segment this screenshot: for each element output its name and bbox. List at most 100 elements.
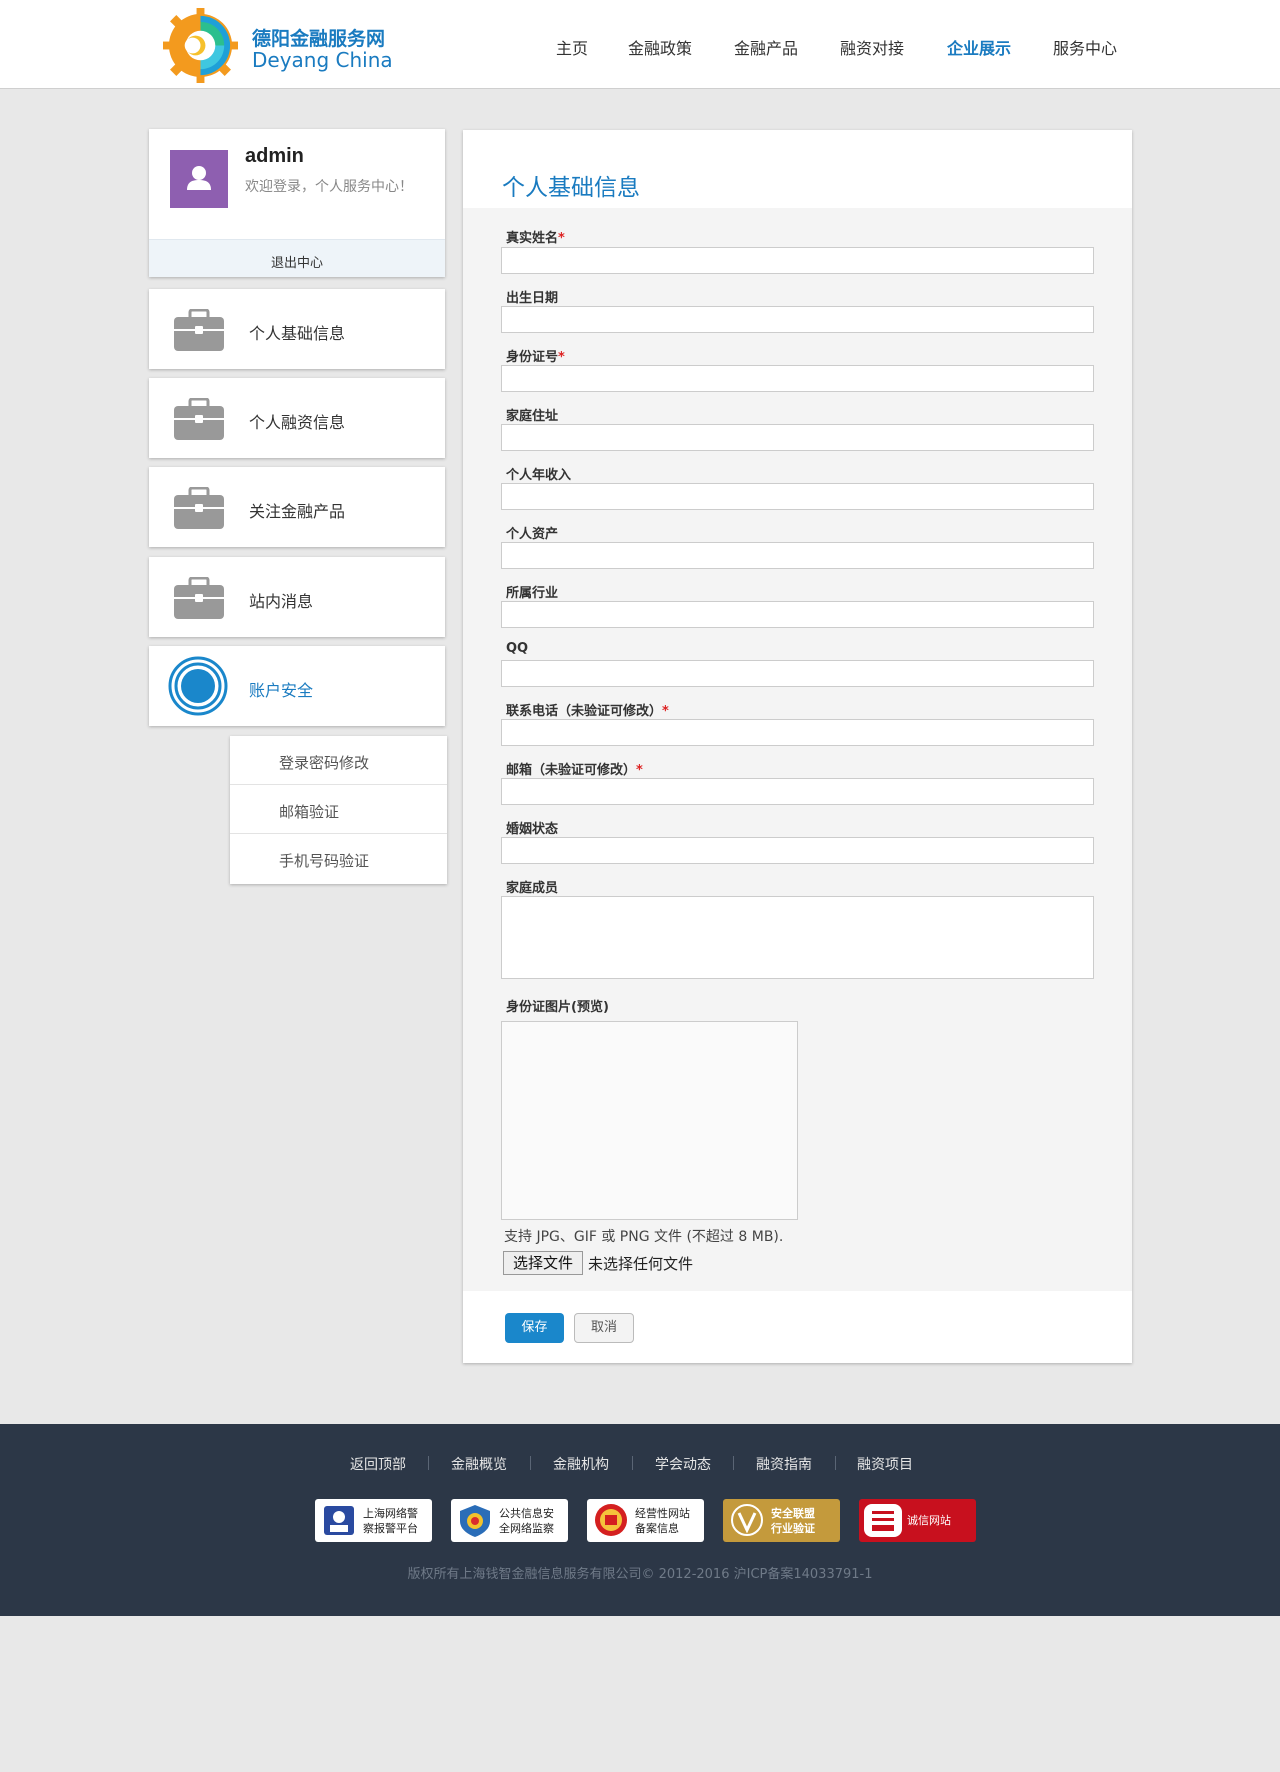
- email-input[interactable]: [501, 778, 1094, 805]
- sidebar-item-label: 个人基础信息: [249, 324, 346, 343]
- field-label-marital-status: 婚姻状态: [506, 822, 559, 837]
- save-button[interactable]: 保存: [505, 1313, 564, 1343]
- briefcase-icon: [174, 487, 224, 529]
- field-label-assets: 个人资产: [506, 527, 559, 542]
- nav-financing-match[interactable]: 融资对接: [840, 35, 904, 59]
- target-icon: [168, 656, 228, 716]
- footer-separator: [632, 1456, 633, 1470]
- submenu-item-change-password[interactable]: 登录密码修改: [230, 736, 447, 785]
- avatar: [170, 150, 228, 208]
- sidebar-item-followed-products[interactable]: 关注金融产品: [149, 467, 445, 547]
- id-number-input[interactable]: [501, 365, 1094, 392]
- sidebar-item-label: 账户安全: [249, 681, 314, 700]
- shield-icon: [460, 1505, 490, 1537]
- trust-icon: [864, 1504, 902, 1537]
- sidebar-item-label: 关注金融产品: [249, 502, 346, 521]
- sidebar-item-label: 站内消息: [249, 592, 314, 611]
- sidebar-item-financing-info[interactable]: 个人融资信息: [149, 378, 445, 458]
- nav-enterprise-showcase[interactable]: 企业展示: [947, 35, 1011, 59]
- nav-home[interactable]: 主页: [556, 35, 588, 59]
- nav-finance-products[interactable]: 金融产品: [734, 35, 798, 59]
- field-label-home-address: 家庭住址: [506, 409, 559, 424]
- field-label-annual-income: 个人年收入: [506, 468, 572, 483]
- field-label-real-name: 真实姓名*: [506, 231, 565, 246]
- logout-label: 退出中心: [270, 256, 323, 271]
- nav-service-center[interactable]: 服务中心: [1053, 35, 1117, 59]
- verified-icon: [731, 1504, 763, 1536]
- field-label-industry: 所属行业: [506, 586, 559, 601]
- badge-label: 诚信网站: [907, 1514, 951, 1527]
- badge-label: 公共信息安 全网络监察: [499, 1507, 554, 1535]
- briefcase-icon: [174, 309, 224, 351]
- emblem-icon: [595, 1504, 627, 1536]
- footer-link-back-to-top[interactable]: 返回顶部: [350, 1454, 406, 1474]
- assets-input[interactable]: [501, 542, 1094, 569]
- file-status: 未选择任何文件: [588, 1255, 694, 1273]
- footer-link-finance-overview[interactable]: 金融概览: [451, 1454, 507, 1474]
- field-label-id-image: 身份证图片(预览): [506, 1000, 609, 1015]
- annual-income-input[interactable]: [501, 483, 1094, 510]
- badge-business-record[interactable]: 经营性网站 备案信息: [587, 1499, 704, 1542]
- badge-label: 安全联盟 行业验证: [771, 1507, 815, 1535]
- home-address-input[interactable]: [501, 424, 1094, 451]
- briefcase-icon: [174, 398, 224, 440]
- submenu-item-email-verify[interactable]: 邮箱验证: [230, 785, 447, 834]
- page-title: 个人基础信息: [502, 175, 640, 201]
- badge-security-alliance[interactable]: 安全联盟 行业验证: [723, 1499, 840, 1542]
- user-icon: [187, 166, 211, 190]
- file-hint: 支持 JPG、GIF 或 PNG 文件 (不超过 8 MB).: [504, 1229, 784, 1245]
- choose-file-button[interactable]: 选择文件: [503, 1251, 583, 1275]
- copyright: 版权所有上海钱智金融信息服务有限公司© 2012-2016 沪ICP备案1403…: [407, 1567, 873, 1582]
- sidebar-item-basic-info[interactable]: 个人基础信息: [149, 289, 445, 369]
- sidebar-item-messages[interactable]: 站内消息: [149, 557, 445, 637]
- footer-link-financing-projects[interactable]: 融资项目: [857, 1454, 913, 1474]
- badge-label: 经营性网站 备案信息: [635, 1507, 690, 1535]
- welcome-message: 欢迎登录，个人服务中心！: [245, 179, 413, 195]
- brand-name-en: Deyang China: [252, 48, 393, 72]
- basic-info-form: 个人基础信息 真实姓名* 出生日期 身份证号* 家庭住址 个人年收入 个人资产 …: [463, 130, 1132, 1363]
- profile-card: admin 欢迎登录，个人服务中心！ 退出中心: [149, 129, 445, 277]
- site-logo-icon[interactable]: [163, 8, 238, 83]
- submenu-item-label: 邮箱验证: [279, 803, 340, 821]
- footer-separator: [835, 1456, 836, 1470]
- badge-label: 上海网络警 察报警平台: [363, 1507, 418, 1535]
- badge-police-report[interactable]: 上海网络警 察报警平台: [315, 1499, 432, 1542]
- field-label-phone: 联系电话（未验证可修改）*: [506, 704, 669, 719]
- field-label-email: 邮箱（未验证可修改）*: [506, 763, 643, 778]
- site-header: 德阳金融服务网 Deyang China 主页 金融政策 金融产品 融资对接 企…: [0, 0, 1280, 89]
- birth-date-input[interactable]: [501, 306, 1094, 333]
- badge-trusted-site[interactable]: 诚信网站: [859, 1499, 976, 1542]
- brand-name-cn: 德阳金融服务网: [252, 28, 386, 50]
- submenu-item-label: 手机号码验证: [279, 852, 370, 870]
- site-footer: 返回顶部 金融概览 金融机构 学会动态 融资指南 融资项目 上海网络警 察报警平台…: [0, 1424, 1280, 1616]
- submenu-item-label: 登录密码修改: [279, 754, 370, 772]
- field-label-id-number: 身份证号*: [506, 350, 565, 365]
- field-label-qq: QQ: [506, 641, 529, 656]
- field-label-family-members: 家庭成员: [506, 881, 559, 896]
- qq-input[interactable]: [501, 660, 1094, 687]
- footer-link-financing-guide[interactable]: 融资指南: [756, 1454, 812, 1474]
- family-members-textarea[interactable]: [501, 896, 1094, 979]
- cancel-button[interactable]: 取消: [574, 1313, 634, 1343]
- username: admin: [245, 145, 304, 167]
- submenu-item-phone-verify[interactable]: 手机号码验证: [230, 834, 447, 883]
- badge-public-security[interactable]: 公共信息安 全网络监察: [451, 1499, 568, 1542]
- phone-input[interactable]: [501, 719, 1094, 746]
- id-image-preview: [501, 1021, 798, 1220]
- field-label-birth-date: 出生日期: [506, 291, 559, 306]
- nav-finance-policy[interactable]: 金融政策: [628, 35, 692, 59]
- marital-status-input[interactable]: [501, 837, 1094, 864]
- sidebar-item-account-security[interactable]: 账户安全: [149, 646, 445, 726]
- footer-link-institutions[interactable]: 金融机构: [553, 1454, 609, 1474]
- footer-separator: [428, 1456, 429, 1470]
- police-icon: [324, 1506, 354, 1535]
- footer-link-society-news[interactable]: 学会动态: [655, 1454, 711, 1474]
- account-security-submenu: 登录密码修改 邮箱验证 手机号码验证: [230, 736, 447, 884]
- footer-separator: [530, 1456, 531, 1470]
- footer-separator: [733, 1456, 734, 1470]
- real-name-input[interactable]: [501, 247, 1094, 274]
- sidebar-item-label: 个人融资信息: [249, 413, 346, 432]
- industry-input[interactable]: [501, 601, 1094, 628]
- briefcase-icon: [174, 577, 224, 619]
- logout-button[interactable]: 退出中心: [149, 239, 445, 277]
